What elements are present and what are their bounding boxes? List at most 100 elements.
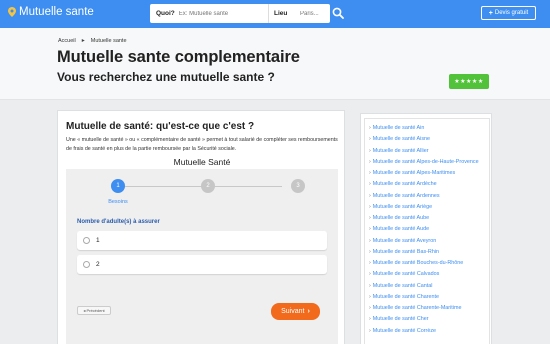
previous-label: Précédent	[86, 308, 105, 313]
sidebar-department-label: Mutuelle de santé Aveyron	[372, 237, 437, 244]
chevron-right-icon: ›	[369, 170, 371, 176]
chevron-right-icon: ›	[369, 271, 371, 278]
sidebar-department-link[interactable]: › Mutuelle de santé Ariège	[369, 204, 432, 210]
next-button[interactable]: Suivant ›	[271, 303, 320, 320]
sidebar-department-link[interactable]: › Mutuelle de santé Aveyron	[369, 238, 436, 244]
sidebar-department-label: Mutuelle de santé Aube	[372, 215, 430, 221]
chevron-right-icon: ›	[369, 237, 371, 244]
breadcrumb-separator-icon: ▸	[81, 38, 85, 44]
article-title: Mutuelle de santé: qu'est-ce que c'est ?	[66, 121, 255, 132]
sidebar-department-label: Mutuelle de santé Bas-Rhin	[372, 248, 440, 255]
chevron-right-icon: ›	[369, 226, 371, 233]
step-1-indicator: 1	[111, 179, 125, 193]
search-icon[interactable]	[332, 7, 344, 19]
previous-button[interactable]: ◂ Précédent	[77, 306, 111, 315]
chevron-right-icon: ›	[369, 136, 371, 143]
sidebar-department-label: Mutuelle de santé Allier	[372, 147, 429, 154]
chevron-right-icon: ›	[369, 215, 371, 221]
chevron-right-icon: ›	[369, 125, 371, 131]
sidebar-department-label: Mutuelle de santé Cher	[372, 316, 429, 323]
chevron-right-icon: ›	[369, 181, 371, 188]
chevron-right-icon: ›	[369, 260, 371, 266]
radio-button[interactable]	[83, 237, 90, 244]
breadcrumb-home[interactable]: Accueil	[58, 38, 76, 44]
sidebar-department-link[interactable]: › Mutuelle de santé Ardèche	[369, 181, 437, 187]
top-navbar: Mutuelle sante Quoi? Lieu + Devis gratui…	[0, 0, 550, 28]
page-title: Mutuelle sante complementaire	[57, 48, 300, 66]
hero-section: Accueil ▸ Mutuelle sante Mutuelle sante …	[0, 28, 550, 100]
sidebar-department-label: Mutuelle de santé Ain	[372, 125, 425, 131]
location-input[interactable]	[300, 7, 332, 20]
sidebar-department-label: Mutuelle de santé Alpes-Maritimes	[372, 170, 456, 176]
next-label: Suivant	[281, 308, 305, 315]
step-3-indicator: 3	[291, 179, 305, 193]
sidebar-department-label: Mutuelle de santé Alpes-de-Haute-Provenc…	[372, 158, 479, 165]
search-label: Quoi?	[156, 10, 175, 17]
adults-option-1[interactable]: 1	[77, 231, 327, 250]
chevron-right-icon: ›	[369, 203, 371, 210]
sidebar-department-link[interactable]: › Mutuelle de santé Alpes-Maritimes	[369, 170, 455, 176]
quote-form-widget: 1 2 3 Besoins Nombre d'adulte(s) à assur…	[66, 169, 338, 344]
sidebar-department-link[interactable]: › Mutuelle de santé Cantal	[369, 283, 432, 289]
sidebar-department-link[interactable]: › Mutuelle de santé Aube	[369, 215, 429, 221]
search-form: Quoi? Lieu	[150, 4, 332, 23]
breadcrumb: Accueil ▸ Mutuelle sante	[58, 37, 127, 45]
radio-button[interactable]	[83, 261, 90, 268]
chevron-right-icon: ›	[369, 327, 371, 334]
search-input[interactable]	[178, 10, 269, 17]
sidebar-department-link[interactable]: › Mutuelle de santé Corrèze	[369, 328, 436, 334]
sidebar-department-label: Mutuelle de santé Ardèche	[372, 181, 437, 188]
brand-logo[interactable]: Mutuelle sante	[8, 6, 94, 18]
sidebar-department-link[interactable]: › Mutuelle de santé Aude	[369, 226, 429, 232]
chevron-right-icon: ›	[369, 192, 371, 199]
sidebar-department-link[interactable]: › Mutuelle de santé Charente-Maritime	[369, 305, 462, 311]
adults-question-label: Nombre d'adulte(s) à assurer	[77, 219, 160, 225]
devis-gratuit-button[interactable]: + Devis gratuit	[481, 6, 536, 20]
step-2-indicator: 2	[201, 179, 215, 193]
sidebar-department-link[interactable]: › Mutuelle de santé Bouches-du-Rhône	[369, 260, 463, 266]
sidebar-department-link[interactable]: › Mutuelle de santé Cher	[369, 316, 429, 322]
department-list: › Mutuelle de santé Ain › Mutuelle de santé…	[364, 118, 490, 344]
sidebar-department-link[interactable]: › Mutuelle de santé Ain	[369, 125, 424, 131]
sidebar-department-link[interactable]: › Mutuelle de santé Alpes-de-Haute-Proven…	[369, 159, 479, 165]
devis-gratuit-label: Devis gratuit	[494, 10, 529, 16]
location-label: Lieu	[274, 10, 288, 17]
sidebar-department-link[interactable]: › Mutuelle de santé Aisne	[369, 136, 430, 142]
sidebar-department-link[interactable]: › Mutuelle de santé Calvados	[369, 271, 439, 277]
adults-option-2[interactable]: 2	[77, 255, 327, 274]
main-content-card: Mutuelle de santé: qu'est-ce que c'est ?…	[57, 110, 345, 344]
option-label: 2	[96, 261, 100, 268]
sidebar-department-label: Mutuelle de santé Charente	[372, 293, 440, 300]
breadcrumb-current: Mutuelle sante	[90, 37, 127, 44]
sidebar-department-label: Mutuelle de santé Charente-Maritime	[372, 305, 462, 311]
article-text: Une « mutuelle de santé » ou « complémen…	[66, 137, 338, 152]
page-subtitle: Vous recherchez une mutuelle sante ?	[57, 70, 275, 84]
chevron-right-icon: ›	[369, 305, 371, 311]
quote-widget-title: Mutuelle Santé	[173, 157, 231, 167]
sidebar-department-label: Mutuelle de santé Cantal	[372, 282, 433, 289]
search-separator	[268, 4, 269, 23]
step-1-label: Besoins	[108, 199, 128, 205]
sidebar-department-link[interactable]: › Mutuelle de santé Bas-Rhin	[369, 249, 439, 255]
chevron-right-icon: ›	[369, 147, 371, 154]
sidebar-department-label: Mutuelle de santé Calvados	[372, 271, 440, 278]
chevron-right-icon: ›	[369, 282, 371, 289]
sidebar-department-link[interactable]: › Mutuelle de santé Allier	[369, 148, 429, 154]
sidebar-department-label: Mutuelle de santé Ardennes	[372, 192, 440, 199]
sidebar-department-label: Mutuelle de santé Aisne	[372, 136, 431, 143]
option-label: 1	[96, 237, 100, 244]
chevron-right-icon: ›	[369, 158, 371, 165]
sidebar-department-label: Mutuelle de santé Bouches-du-Rhône	[372, 260, 464, 266]
sidebar-department-link[interactable]: › Mutuelle de santé Ardennes	[369, 193, 440, 199]
location-pin-icon	[8, 7, 16, 17]
chevron-right-icon: ›	[307, 308, 310, 315]
sidebar-department-label: Mutuelle de santé Ariège	[372, 203, 433, 210]
sidebar-department-link[interactable]: › Mutuelle de santé Charente	[369, 294, 439, 300]
department-sidebar: › Mutuelle de santé Ain › Mutuelle de santé…	[360, 113, 492, 344]
chevron-right-icon: ›	[369, 248, 371, 255]
chevron-right-icon: ›	[369, 293, 371, 300]
sidebar-department-label: Mutuelle de santé Aude	[372, 226, 430, 233]
rating-badge: ★★★★★	[449, 74, 489, 89]
sidebar-department-label: Mutuelle de santé Corrèze	[372, 327, 437, 334]
chevron-right-icon: ›	[369, 316, 371, 323]
